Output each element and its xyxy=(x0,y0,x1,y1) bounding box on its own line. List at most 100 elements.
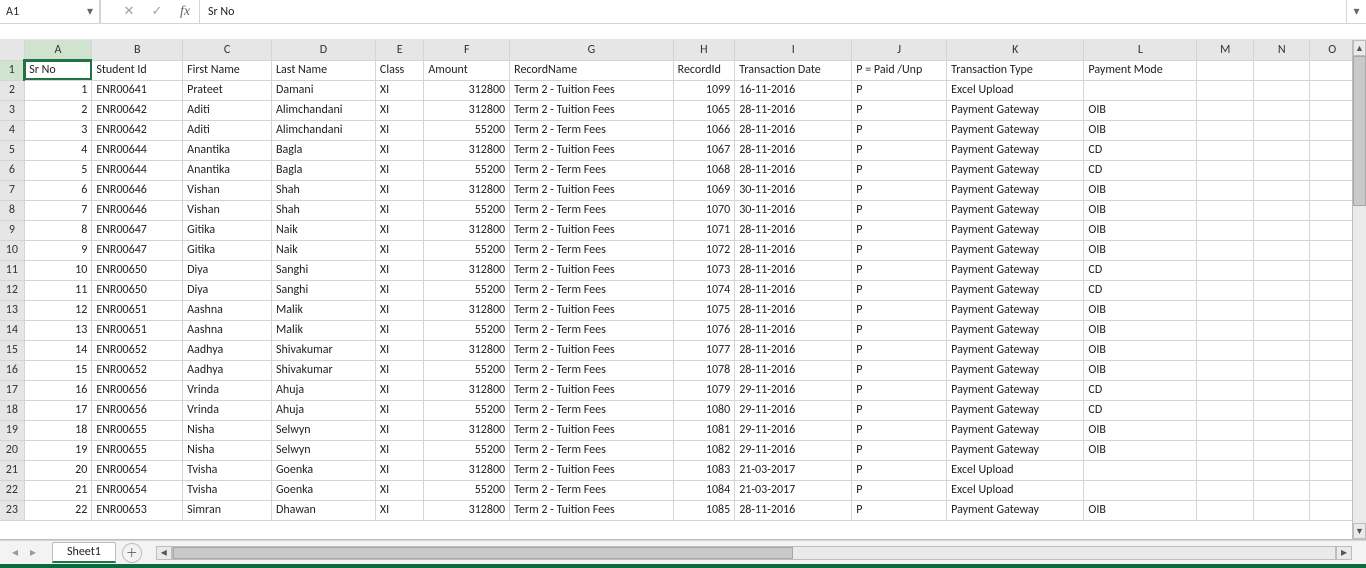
table-row[interactable]: 2120ENR00654TvishaGoenkaXI312800Term 2 -… xyxy=(0,460,1355,480)
cell[interactable]: 6 xyxy=(24,180,92,200)
cell[interactable]: 21-03-2017 xyxy=(735,480,852,500)
cell[interactable]: 18 xyxy=(24,420,92,440)
cell[interactable]: 1085 xyxy=(673,500,735,520)
cell[interactable]: Payment Gateway xyxy=(947,120,1084,140)
row-header[interactable]: 12 xyxy=(0,280,24,300)
cell[interactable]: 1078 xyxy=(673,360,735,380)
cell[interactable]: Amount xyxy=(424,60,510,80)
cell[interactable]: Tvisha xyxy=(183,480,272,500)
cell[interactable] xyxy=(1310,440,1355,460)
cell[interactable] xyxy=(1197,200,1254,220)
cell[interactable]: Payment Gateway xyxy=(947,220,1084,240)
cell[interactable]: Term 2 - Tuition Fees xyxy=(510,500,674,520)
cell[interactable]: ENR00646 xyxy=(92,180,183,200)
cell[interactable]: OIB xyxy=(1084,360,1197,380)
col-header-A[interactable]: A xyxy=(24,40,92,60)
cell[interactable]: RecordId xyxy=(673,60,735,80)
cell[interactable]: Payment Gateway xyxy=(947,140,1084,160)
cell[interactable] xyxy=(1310,120,1355,140)
fx-button[interactable]: fx xyxy=(171,0,199,23)
cell[interactable] xyxy=(1310,240,1355,260)
table-row[interactable]: 54ENR00644AnantikaBaglaXI312800Term 2 - … xyxy=(0,140,1355,160)
cell[interactable] xyxy=(1253,200,1310,220)
cell[interactable]: 1080 xyxy=(673,400,735,420)
cell[interactable]: P xyxy=(852,220,947,240)
hscroll-left-icon[interactable]: ◂ xyxy=(156,546,172,560)
cell[interactable] xyxy=(1310,500,1355,520)
cell[interactable]: 1067 xyxy=(673,140,735,160)
cell[interactable]: Payment Gateway xyxy=(947,300,1084,320)
row-header[interactable]: 7 xyxy=(0,180,24,200)
cell[interactable]: XI xyxy=(375,140,423,160)
cell[interactable]: 28-11-2016 xyxy=(735,260,852,280)
cell[interactable]: 2 xyxy=(24,100,92,120)
cell[interactable]: 16 xyxy=(24,380,92,400)
col-header-C[interactable]: C xyxy=(183,40,272,60)
cell[interactable]: Payment Gateway xyxy=(947,200,1084,220)
cell[interactable]: Nisha xyxy=(183,420,272,440)
cell[interactable] xyxy=(1197,260,1254,280)
cell[interactable]: 55200 xyxy=(424,480,510,500)
table-row[interactable]: 1110ENR00650DiyaSanghiXI312800Term 2 - T… xyxy=(0,260,1355,280)
cell[interactable]: ENR00647 xyxy=(92,220,183,240)
cell[interactable]: 21-03-2017 xyxy=(735,460,852,480)
col-header-L[interactable]: L xyxy=(1084,40,1197,60)
cell[interactable] xyxy=(1197,460,1254,480)
cell[interactable]: 55200 xyxy=(424,280,510,300)
cell[interactable]: Term 2 - Tuition Fees xyxy=(510,260,674,280)
cell[interactable] xyxy=(1253,140,1310,160)
cell[interactable]: 14 xyxy=(24,340,92,360)
cell[interactable]: 1070 xyxy=(673,200,735,220)
cell[interactable]: Excel Upload xyxy=(947,480,1084,500)
cell[interactable]: 1065 xyxy=(673,100,735,120)
cell[interactable]: ENR00656 xyxy=(92,400,183,420)
cell[interactable] xyxy=(1253,60,1310,80)
cell[interactable]: CD xyxy=(1084,160,1197,180)
cell[interactable]: Selwyn xyxy=(271,420,375,440)
cell[interactable]: 28-11-2016 xyxy=(735,220,852,240)
horizontal-scrollbar[interactable] xyxy=(172,546,1336,560)
cell[interactable]: 1071 xyxy=(673,220,735,240)
cell[interactable]: P xyxy=(852,240,947,260)
cell[interactable] xyxy=(1197,480,1254,500)
cell[interactable]: Last Name xyxy=(271,60,375,80)
cell[interactable]: Payment Gateway xyxy=(947,440,1084,460)
cell[interactable]: Term 2 - Term Fees xyxy=(510,440,674,460)
row-header[interactable]: 23 xyxy=(0,500,24,520)
cell[interactable]: Anantika xyxy=(183,140,272,160)
cell[interactable]: XI xyxy=(375,480,423,500)
cell[interactable]: P xyxy=(852,200,947,220)
cell[interactable]: XI xyxy=(375,280,423,300)
cell[interactable]: Term 2 - Tuition Fees xyxy=(510,180,674,200)
cell[interactable] xyxy=(1197,140,1254,160)
table-row[interactable]: 32ENR00642AditiAlimchandaniXI312800Term … xyxy=(0,100,1355,120)
hscroll-thumb[interactable] xyxy=(173,547,793,559)
cell[interactable]: 1 xyxy=(24,80,92,100)
cell[interactable]: OIB xyxy=(1084,340,1197,360)
cell[interactable]: 11 xyxy=(24,280,92,300)
cell[interactable]: Sanghi xyxy=(271,280,375,300)
select-all-corner[interactable] xyxy=(0,40,24,60)
table-row[interactable]: 43ENR00642AditiAlimchandaniXI55200Term 2… xyxy=(0,120,1355,140)
cell[interactable]: P xyxy=(852,500,947,520)
cell[interactable]: 312800 xyxy=(424,380,510,400)
cell[interactable]: P xyxy=(852,260,947,280)
cell[interactable]: 1077 xyxy=(673,340,735,360)
cell[interactable] xyxy=(1253,220,1310,240)
cell[interactable] xyxy=(1310,80,1355,100)
cell[interactable]: ENR00656 xyxy=(92,380,183,400)
cell[interactable]: Shivakumar xyxy=(271,340,375,360)
cell[interactable]: 1076 xyxy=(673,320,735,340)
cell[interactable] xyxy=(1197,100,1254,120)
cell[interactable]: 28-11-2016 xyxy=(735,100,852,120)
table-row[interactable]: 1918ENR00655NishaSelwynXI312800Term 2 - … xyxy=(0,420,1355,440)
cell[interactable]: 55200 xyxy=(424,400,510,420)
cell[interactable]: Aadhya xyxy=(183,360,272,380)
table-row[interactable]: 1716ENR00656VrindaAhujaXI312800Term 2 - … xyxy=(0,380,1355,400)
cell[interactable]: Aadhya xyxy=(183,340,272,360)
cell[interactable] xyxy=(1197,500,1254,520)
cell[interactable]: Payment Gateway xyxy=(947,500,1084,520)
cell[interactable]: ENR00642 xyxy=(92,120,183,140)
cell[interactable]: Bagla xyxy=(271,160,375,180)
cell[interactable]: Payment Gateway xyxy=(947,280,1084,300)
